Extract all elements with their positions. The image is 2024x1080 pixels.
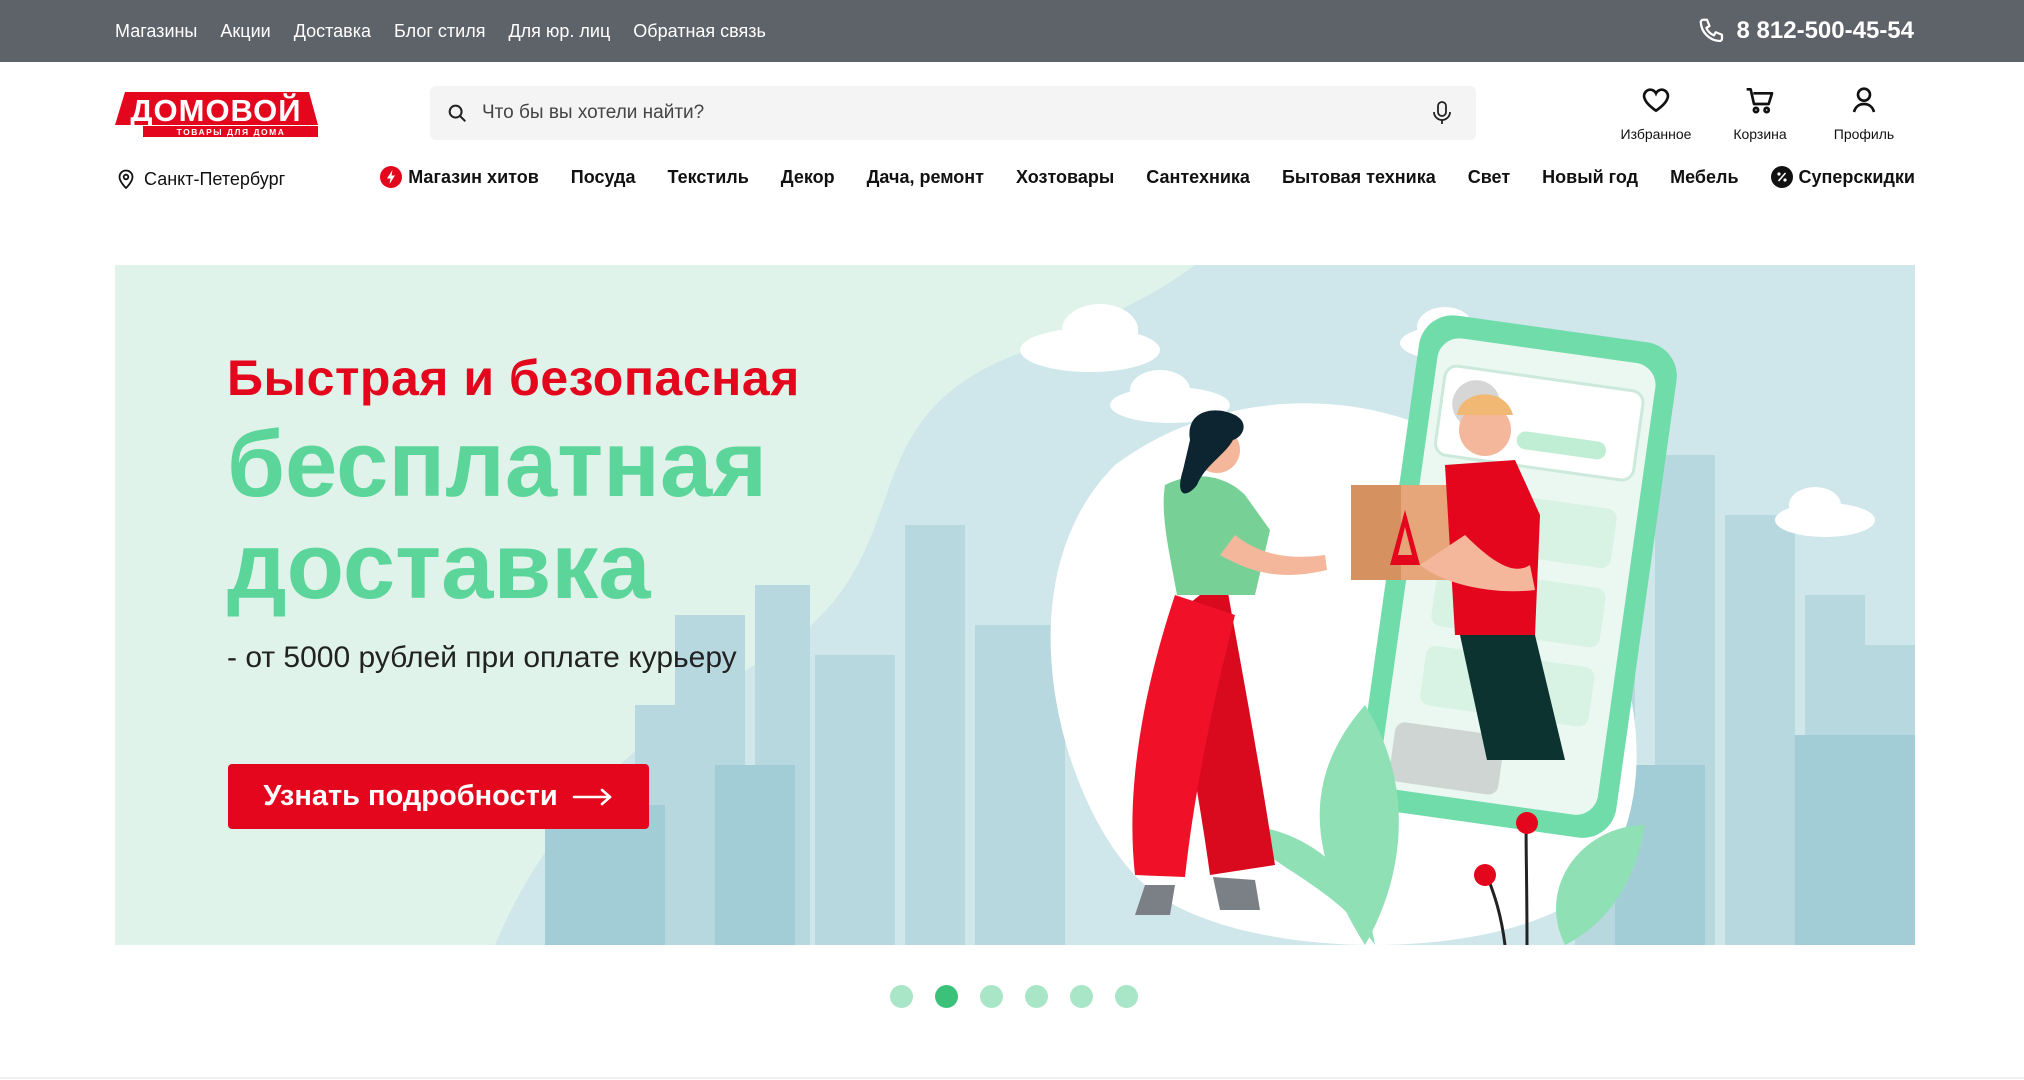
arrow-right-icon: [572, 788, 611, 805]
header-actions: Избранное Корзина Профиль: [1604, 84, 1916, 142]
category-nav: Магазин хитов Посуда Текстиль Декор Дача…: [380, 166, 1915, 188]
category-super-discounts[interactable]: Суперскидки: [1770, 166, 1915, 188]
carousel-dot[interactable]: [890, 985, 913, 1008]
top-link-stores[interactable]: Магазины: [115, 21, 197, 42]
phone-link[interactable]: 8 812-500-45-54: [1697, 0, 1914, 62]
category-label: Суперскидки: [1798, 166, 1915, 187]
top-links: Магазины Акции Доставка Блог стиля Для ю…: [115, 0, 766, 62]
category-lighting[interactable]: Свет: [1468, 167, 1510, 188]
carousel-dot[interactable]: [1070, 985, 1093, 1008]
divider: [0, 1077, 2024, 1079]
logo-text: ДОМОВОЙ: [130, 92, 301, 128]
top-link-feedback[interactable]: Обратная связь: [633, 21, 766, 42]
category-decor[interactable]: Декор: [781, 167, 835, 188]
logo-tagline: ТОВАРЫ ДЛЯ ДОМА: [177, 127, 286, 137]
city-selector[interactable]: Санкт-Петербург: [116, 168, 285, 190]
lightning-icon: [380, 166, 403, 188]
banner-heading-line3: доставка: [227, 513, 651, 618]
heart-icon: [1642, 88, 1670, 113]
profile-button[interactable]: Профиль: [1812, 84, 1916, 142]
top-bar: Магазины Акции Доставка Блог стиля Для ю…: [0, 0, 2024, 62]
learn-more-button[interactable]: Узнать подробности: [228, 764, 649, 829]
percent-icon: [1770, 166, 1793, 188]
top-link-business[interactable]: Для юр. лиц: [508, 21, 610, 42]
favorites-button[interactable]: Избранное: [1604, 84, 1708, 142]
category-hits[interactable]: Магазин хитов: [380, 166, 539, 188]
cart-icon: [1746, 88, 1774, 114]
search-icon: [448, 104, 466, 122]
top-link-style-blog[interactable]: Блог стиля: [394, 21, 485, 42]
category-label: Магазин хитов: [408, 166, 539, 187]
learn-more-label: Узнать подробности: [263, 780, 558, 812]
favorites-label: Избранное: [1620, 126, 1692, 142]
top-link-delivery[interactable]: Доставка: [294, 21, 371, 42]
cart-label: Корзина: [1733, 126, 1787, 142]
logo[interactable]: ДОМОВОЙ ТОВАРЫ ДЛЯ ДОМА: [115, 88, 318, 138]
microphone-icon[interactable]: [1430, 100, 1454, 126]
category-plumbing[interactable]: Сантехника: [1146, 167, 1250, 188]
phone-number: 8 812-500-45-54: [1736, 17, 1914, 44]
category-tableware[interactable]: Посуда: [571, 167, 636, 188]
location-pin-icon: [118, 169, 134, 190]
category-new-year[interactable]: Новый год: [1542, 167, 1638, 188]
banner-heading-line1: Быстрая и безопасная: [227, 350, 800, 406]
promo-banner[interactable]: Быстрая и безопасная бесплатная доставка…: [115, 265, 1915, 945]
category-household[interactable]: Хозтовары: [1016, 167, 1114, 188]
banner-subtitle: - от 5000 рублей при оплате курьеру: [227, 641, 737, 674]
carousel-dot-active[interactable]: [935, 985, 958, 1008]
category-furniture[interactable]: Мебель: [1670, 167, 1738, 188]
category-textile[interactable]: Текстиль: [668, 167, 749, 188]
search-bar: [430, 86, 1476, 140]
carousel-dots: [890, 985, 1138, 1008]
carousel-dot[interactable]: [980, 985, 1003, 1008]
phone-icon: [1699, 18, 1723, 43]
carousel-dot[interactable]: [1025, 985, 1048, 1008]
top-link-promos[interactable]: Акции: [220, 21, 270, 42]
category-garden-repair[interactable]: Дача, ремонт: [867, 167, 984, 188]
city-name: Санкт-Петербург: [144, 168, 286, 189]
banner-heading-line2: бесплатная: [227, 411, 768, 516]
profile-label: Профиль: [1833, 126, 1895, 142]
search-input[interactable]: [480, 101, 1404, 125]
user-icon: [1852, 87, 1876, 113]
category-appliances[interactable]: Бытовая техника: [1282, 167, 1436, 188]
cart-button[interactable]: Корзина: [1708, 84, 1812, 142]
carousel-dot[interactable]: [1115, 985, 1138, 1008]
